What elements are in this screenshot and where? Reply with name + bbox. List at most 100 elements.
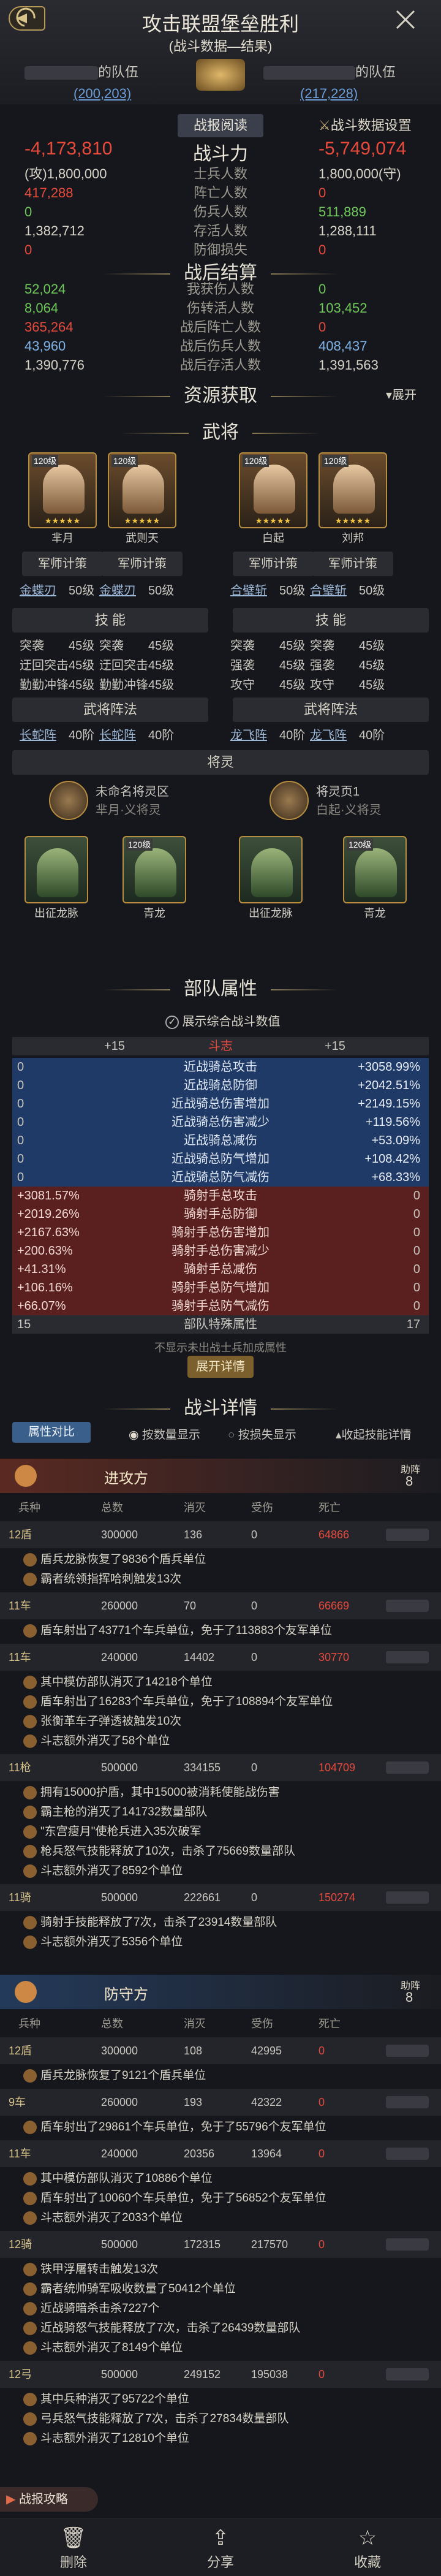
attrs-note: 不显示未出战士兵加成属性 (154, 1342, 287, 1354)
defender-name: 的队伍 (263, 61, 429, 80)
dragon-card[interactable]: 120级 青龙 (343, 836, 407, 919)
troop-type: 11枪 (9, 1761, 31, 1774)
delete-label: 删除 (59, 2555, 87, 2570)
dragon-name: 出征龙脉 (249, 907, 293, 919)
table-header: 兵种 总数 消灭 受伤 死亡 (0, 1497, 441, 1519)
troop-dead: 64866 (318, 1529, 350, 1541)
battle-guide-button[interactable]: ▶ 战报攻略 (0, 2487, 98, 2512)
table-row[interactable]: 11骑 500000 222661 0 150274 (0, 1884, 441, 1911)
table-row[interactable]: 11车 240000 20356 13964 0 (0, 2140, 441, 2167)
stat-label: 防御损失 (193, 242, 247, 257)
equip-name: 合璧斩 (310, 584, 347, 598)
by-loss-radio[interactable]: ○ 按损失显示 (228, 1426, 296, 1442)
equip-name: 合璧斩 (230, 584, 267, 598)
table-row[interactable]: 11车 260000 70 0 66669 (0, 1592, 441, 1619)
troop-total: 300000 (101, 1529, 138, 1541)
troop-type: 9车 (9, 2096, 26, 2108)
tab-report[interactable]: 战报阅读 (178, 114, 263, 137)
attr-row: 0 近战骑总攻击 +3058.99% (12, 1058, 429, 1076)
resources-expand-button[interactable]: ▾展开 (386, 385, 417, 403)
general-card[interactable]: 120级 ★★★★★ 刘邦 (318, 452, 387, 544)
attr-label: 骑射手总防气增加 (172, 1281, 270, 1294)
share-button[interactable]: ⇪ 分享 (147, 2525, 294, 2571)
skill-log-text: 骑射手技能释放了7次，击杀了23914数量部队 (40, 1916, 277, 1929)
troop-hurt: 217570 (251, 2238, 288, 2251)
strategy-button[interactable]: 军师计策 (102, 552, 183, 576)
dragon-card[interactable]: 出征龙脉 (239, 836, 303, 919)
troop-total: 500000 (101, 1891, 138, 1904)
skill-icon (23, 2321, 37, 2335)
skill-log-text: 近战骑暗杀击杀7227个 (40, 2302, 160, 2315)
delete-button[interactable]: 🗑 删除 (0, 2525, 147, 2571)
table-row[interactable]: 12骑 500000 172315 217570 0 (0, 2231, 441, 2258)
skill-log-text: 盾兵龙脉恢复了9836个盾兵单位 (40, 1553, 206, 1566)
favorite-button[interactable]: ☆ 收藏 (294, 2525, 441, 2571)
trash-icon: 🗑 (60, 2526, 87, 2550)
table-row[interactable]: 12盾 300000 108 42995 0 (0, 2037, 441, 2064)
attr-label: 近战骑总减伤 (184, 1134, 257, 1147)
general-card[interactable]: 120级 ★★★★★ 芈月 (28, 452, 97, 544)
attr-label: 骑射手总伤害增加 (172, 1226, 270, 1239)
skill-icon (23, 2301, 37, 2316)
by-number-radio[interactable]: ◉ 按数量显示 (129, 1426, 200, 1442)
col-head: 死亡 (318, 2018, 341, 2030)
stat-right-value: 103,452 (318, 300, 368, 316)
troop-kill: 249152 (184, 2368, 221, 2380)
skill-log: 盾车射出了10060个车兵单位，免于了56852个友军单位 (23, 2188, 428, 2209)
skill-name: 攻守 (310, 678, 334, 692)
table-row[interactable]: 11枪 500000 334155 0 104709 (0, 1754, 441, 1781)
strategy-button[interactable]: 军师计策 (22, 552, 103, 576)
collapse-skills-button[interactable]: ▴收起技能详情 (336, 1426, 412, 1442)
table-row[interactable]: 12盾 300000 136 0 64866 (0, 1521, 441, 1548)
attr-row: +2167.63% 骑射手总伤害增加 0 (12, 1223, 429, 1242)
dragon-level: 120级 (347, 838, 374, 851)
attr-row: +200.63% 骑射手总伤害减少 0 (12, 1242, 429, 1260)
defender-name-text: 的队伍 (355, 64, 396, 80)
strategy-button[interactable]: 军师计策 (312, 552, 393, 576)
dragon-card[interactable]: 120级 青龙 (123, 836, 186, 919)
dragon-card[interactable]: 出征龙脉 (24, 836, 88, 919)
general-card[interactable]: 120级 ★★★★★ 武则天 (108, 452, 176, 544)
col-head: 兵种 (18, 2018, 40, 2030)
skill-log: 斗志额外消灭了8592个单位 (23, 1861, 428, 1882)
by-loss-label: 按损失显示 (238, 1429, 296, 1442)
skill-name: 勤勤冲锋 (99, 678, 148, 692)
side-badge-icon (15, 1981, 37, 2003)
general-level: 120级 (111, 455, 138, 467)
table-row[interactable]: 9车 260000 193 42322 0 (0, 2089, 441, 2116)
spirit-name: 未命名将灵区 (96, 785, 169, 799)
col-head: 死亡 (318, 1502, 341, 1514)
skill-log-text: 斗志额外消灭了2033个单位 (40, 2211, 183, 2224)
spirit-avatar[interactable] (270, 781, 309, 820)
stat-right-value: 1,391,563 (318, 357, 379, 373)
skill-icon (23, 2431, 37, 2445)
skill-log-text: 铁甲浮屠转击触发13次 (40, 2263, 159, 2276)
skill-icon (23, 2120, 37, 2134)
side-label: 进攻方 (104, 1470, 148, 1487)
skill-icon (23, 1915, 37, 1929)
attr-label: 骑射手总防气减伤 (172, 1299, 270, 1313)
strategy-button[interactable]: 军师计策 (233, 552, 314, 576)
troop-kill: 222661 (184, 1891, 221, 1904)
general-card[interactable]: 120级 ★★★★★ 白起 (239, 452, 307, 544)
attr-compare-button[interactable]: 属性对比 (12, 1422, 91, 1443)
show-combined-toggle[interactable]: ✓ 展示综合战斗数值 (165, 1011, 281, 1029)
player-name-blur (386, 2096, 429, 2108)
attr-row: +2019.26% 骑射手总防御 0 (12, 1205, 429, 1223)
attrs-expand-button[interactable]: 展开详情 (187, 1356, 254, 1378)
attr-row: 0 近战骑总伤害增加 +2149.15% (12, 1095, 429, 1113)
attacker-coords-link[interactable]: (200,203) (74, 86, 131, 102)
player-name-blur (386, 1891, 429, 1904)
skill-log-text: 盾车射出了29861个车兵单位，免于了55796个友军单位 (40, 2121, 326, 2133)
table-row[interactable]: 11车 240000 14402 0 30770 (0, 1644, 441, 1671)
battle-settings-button[interactable]: ⚔战斗数据设置 (318, 114, 435, 137)
attr-right: 0 (413, 1299, 420, 1313)
table-row[interactable]: 12弓 500000 249152 195038 0 (0, 2361, 441, 2388)
skills-header: 技 能 (233, 608, 429, 633)
generals-title: 武将 (0, 417, 441, 444)
spirit-avatar[interactable] (49, 781, 88, 820)
troop-dead: 0 (318, 2096, 325, 2108)
troop-hurt: 0 (251, 1529, 258, 1541)
defender-coords-link[interactable]: (217,228) (300, 86, 358, 102)
special-right: 17 (406, 1318, 420, 1331)
